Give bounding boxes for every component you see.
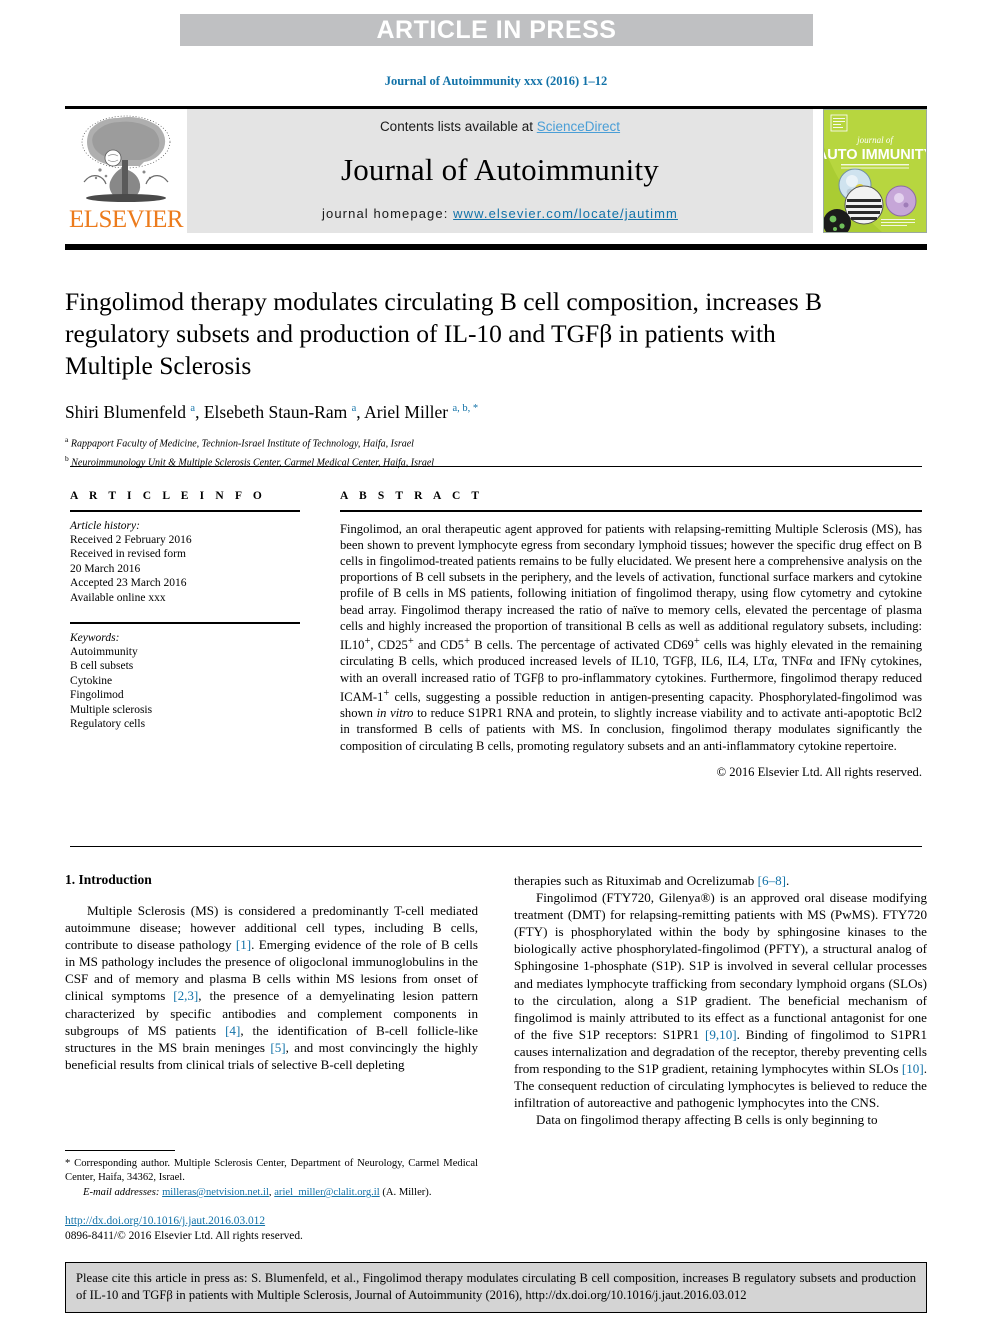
doi-link[interactable]: http://dx.doi.org/10.1016/j.jaut.2016.03…	[65, 1215, 265, 1227]
data-paragraph: Data on fingolimod therapy affecting B c…	[536, 1112, 878, 1128]
history-item-3: Accepted 23 March 2016	[70, 577, 187, 590]
keyword-3: Fingolimod	[70, 689, 124, 702]
keywords-label: Keywords:	[70, 631, 120, 644]
info-section-top-rule	[70, 466, 922, 468]
article-in-press-label: ARTICLE IN PRESS	[376, 15, 617, 44]
svg-text:journal of: journal of	[856, 135, 894, 145]
citation-ref[interactable]: [5]	[270, 1040, 285, 1055]
affil-mark-ab: a, b, *	[452, 403, 479, 415]
issn-copyright-line: 0896-8411/© 2016 Elsevier Ltd. All right…	[65, 1230, 303, 1242]
masthead-center: Contents lists available at ScienceDirec…	[187, 109, 813, 233]
author-2: Elsebeth Staun-Ram a	[203, 402, 357, 422]
article-history: Article history: Received 2 February 201…	[70, 519, 300, 605]
article-history-label: Article history:	[70, 519, 140, 532]
journal-homepage-line: journal homepage: www.elsevier.com/locat…	[322, 206, 678, 221]
doi-block: http://dx.doi.org/10.1016/j.jaut.2016.03…	[65, 1214, 478, 1244]
history-item-4: Available online xxx	[70, 591, 166, 604]
masthead-bottom-rule	[65, 244, 927, 250]
elsevier-wordmark: ELSEVIER	[68, 206, 184, 233]
affiliation-b-mark: b	[65, 453, 69, 463]
article-info-section: A R T I C L E I N F O Article history: R…	[70, 490, 300, 731]
history-item-0: Received 2 February 2016	[70, 534, 192, 546]
keyword-5: Regulatory cells	[70, 718, 146, 731]
citation-ref[interactable]: [10]	[902, 1061, 924, 1076]
article-info-heading: A R T I C L E I N F O	[70, 490, 266, 502]
affiliation-a-text: Rappaport Faculty of Medicine, Technion-…	[70, 438, 414, 450]
journal-masthead: ELSEVIER Contents lists available at Sci…	[65, 109, 934, 237]
contents-prefix: Contents lists available at	[379, 119, 537, 134]
elsevier-logo: ELSEVIER	[65, 109, 187, 233]
footnote-rule	[65, 1150, 175, 1152]
cite-this-article-text: Please cite this article in press as: S.…	[76, 1271, 916, 1302]
citation-ref[interactable]: [6–8]	[758, 873, 786, 888]
title-block: Fingolimod therapy modulates circulating…	[65, 286, 865, 470]
keyword-0: Autoimmunity	[70, 646, 138, 659]
svg-text:AUTO IMMUNITY: AUTO IMMUNITY	[823, 147, 927, 163]
history-item-2: 20 March 2016	[70, 562, 141, 575]
history-item-1: Received in revised form	[70, 548, 186, 561]
email-link-2[interactable]: ariel_miller@clalit.org.il	[274, 1187, 379, 1198]
page-title: Fingolimod therapy modulates circulating…	[65, 287, 823, 380]
journal-cover-thumbnail[interactable]: journal of AUTO IMMUNITY	[817, 109, 934, 237]
journal-cover-image: journal of AUTO IMMUNITY	[817, 109, 934, 237]
author-1: Shiri Blumenfeld a	[65, 402, 196, 422]
keywords-rule	[70, 622, 300, 624]
fingolimod-paragraph: Fingolimod (FTY720, Gilenya®) is an appr…	[514, 890, 928, 1111]
affiliation-a: a Rappaport Faculty of Medicine, Technio…	[65, 433, 865, 451]
intro-continuation: therapies such as Rituximab and Ocrelizu…	[514, 873, 790, 888]
running-head: Journal of Autoimmunity xxx (2016) 1–12	[384, 74, 608, 88]
article-in-press-banner: ARTICLE IN PRESS	[180, 14, 813, 46]
corresponding-author-note: * Corresponding author. Multiple Scleros…	[65, 1158, 478, 1183]
paper-page: ARTICLE IN PRESS Journal of Autoimmunity…	[0, 0, 992, 1323]
email-link-1[interactable]: milleras@netvision.net.il	[162, 1187, 269, 1198]
keyword-4: Multiple sclerosis	[70, 703, 153, 716]
abstract-copyright: © 2016 Elsevier Ltd. All rights reserved…	[716, 764, 922, 779]
citation-ref[interactable]: [9,10]	[705, 1027, 737, 1042]
abstract-section: A B S T R A C T Fingolimod, an oral ther…	[340, 490, 922, 780]
section-heading-introduction: 1. Introduction	[65, 872, 152, 887]
email-note: E-mail addresses: milleras@netvision.net…	[83, 1186, 432, 1198]
citation-ref[interactable]: [1]	[236, 937, 251, 952]
journal-homepage-link[interactable]: www.elsevier.com/locate/jautimm	[453, 206, 678, 221]
homepage-prefix: journal homepage:	[322, 206, 454, 221]
author-list: Shiri Blumenfeld a, Elsebeth Staun-Ram a…	[65, 402, 479, 422]
email-label: E-mail addresses:	[83, 1186, 160, 1198]
abstract-text: Fingolimod, an oral therapeutic agent ap…	[340, 521, 923, 753]
article-info-rule	[70, 510, 300, 512]
abstract-bottom-rule	[70, 846, 922, 848]
footnote-block: * Corresponding author. Multiple Scleros…	[65, 1150, 478, 1199]
elsevier-tree-icon	[81, 115, 171, 202]
abstract-heading: A B S T R A C T	[340, 490, 484, 502]
contents-list-line: Contents lists available at ScienceDirec…	[380, 119, 620, 134]
citation-ref[interactable]: [2,3]	[173, 988, 198, 1003]
body-column-right: therapies such as Rituximab and Ocrelizu…	[514, 872, 927, 1128]
cite-this-article-box: Please cite this article in press as: S.…	[65, 1262, 927, 1313]
affiliation-a-mark: a	[65, 435, 69, 444]
keywords-list: Keywords: Autoimmunity B cell subsets Cy…	[70, 631, 300, 732]
abstract-rule	[340, 510, 922, 512]
author-3: Ariel Miller a, b, *	[364, 402, 479, 422]
citation-ref[interactable]: [4]	[225, 1023, 240, 1038]
email-suffix: (A. Miller).	[382, 1186, 432, 1198]
sciencedirect-link[interactable]: ScienceDirect	[537, 119, 620, 134]
keyword-2: Cytokine	[70, 674, 113, 687]
keyword-1: B cell subsets	[70, 660, 134, 673]
intro-paragraph-left: Multiple Sclerosis (MS) is considered a …	[65, 903, 479, 1072]
journal-title: Journal of Autoimmunity	[340, 152, 660, 187]
body-column-left: 1. Introduction Multiple Sclerosis (MS) …	[65, 872, 478, 1073]
